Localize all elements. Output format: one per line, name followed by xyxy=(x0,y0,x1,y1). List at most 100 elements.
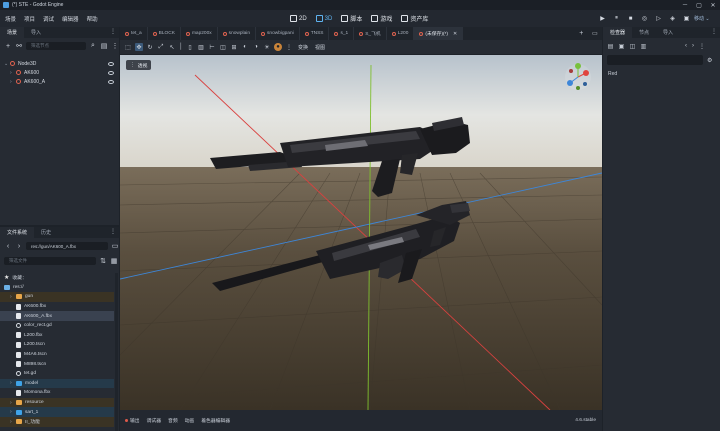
bottom-tab-output[interactable]: 输出 xyxy=(125,417,140,424)
tab-import-settings[interactable]: 导入 xyxy=(656,27,680,38)
fs-item[interactable]: tet.gd xyxy=(0,369,114,379)
fs-item[interactable]: M898.tscn xyxy=(0,359,114,369)
play-icon[interactable]: ▶ xyxy=(598,14,607,23)
split-mode-icon[interactable]: ▭ xyxy=(111,242,119,250)
scene-tab[interactable]: (未保存)(*) ✕ xyxy=(414,27,464,40)
tab-scene[interactable]: 场景 xyxy=(0,27,25,38)
dock-menu-icon[interactable]: ⋮ xyxy=(711,28,717,35)
tree-item-node3d[interactable]: ⌄ Node3D xyxy=(0,59,119,68)
fs-item[interactable]: color_rect.gd xyxy=(0,321,114,331)
scene-tab[interactable]: L200 xyxy=(387,27,415,40)
dock-menu-icon[interactable]: ⋮ xyxy=(110,228,116,235)
toggle-sun-icon[interactable]: ☀ xyxy=(263,43,271,51)
fs-item[interactable]: L200.tscn xyxy=(0,340,114,350)
back-icon[interactable]: ‹ xyxy=(4,242,12,250)
object-history-icon[interactable]: ⋮ xyxy=(699,43,705,50)
fs-item[interactable]: Momona.fbx xyxy=(0,388,114,398)
transform-menu[interactable]: 变换 xyxy=(296,44,310,51)
select-tool-icon[interactable]: ⬚ xyxy=(124,43,132,51)
inspector-object-field[interactable] xyxy=(607,55,703,65)
visibility-eye-icon[interactable] xyxy=(108,70,114,75)
scene-menu-icon[interactable]: ⋮ xyxy=(111,42,119,50)
bottom-tab-debugger[interactable]: 调试器 xyxy=(147,417,161,424)
bottom-tab-animation[interactable]: 动画 xyxy=(185,417,195,424)
scale-tool-icon[interactable]: ⤢ xyxy=(157,43,165,51)
movie-icon[interactable]: ▣ xyxy=(682,14,691,23)
mode-2d-button[interactable]: 2D xyxy=(290,15,307,22)
visibility-eye-icon[interactable] xyxy=(108,61,114,66)
mode-script-button[interactable]: 脚本 xyxy=(341,14,362,23)
stop-icon[interactable]: ■ xyxy=(626,14,635,23)
tab-filesystem[interactable]: 文件系统 xyxy=(0,227,35,238)
play-custom-icon[interactable]: ◈ xyxy=(668,14,677,23)
dock-menu-icon[interactable]: ⋮ xyxy=(110,28,116,35)
load-resource-icon[interactable]: ▣ xyxy=(618,43,625,50)
snap-icon[interactable]: ⊞ xyxy=(230,43,238,51)
fs-scrollbar[interactable] xyxy=(115,273,118,431)
scene-tab[interactable]: tet_a xyxy=(120,27,148,40)
scene-tab[interactable]: snowbigpani xyxy=(256,27,300,40)
selectable-tool-icon[interactable]: ↖ xyxy=(168,43,176,51)
camera-icon[interactable]: ◐ xyxy=(241,43,249,51)
fs-item[interactable]: M4A6.tscn xyxy=(0,350,114,360)
mode-assetlib-button[interactable]: 资产库 xyxy=(401,14,428,23)
move-tool-icon[interactable]: ✥ xyxy=(135,43,143,51)
menu-help[interactable]: 帮助 xyxy=(87,15,98,23)
tab-node[interactable]: 节点 xyxy=(632,27,656,38)
link-icon[interactable]: ⚯ xyxy=(15,42,23,50)
viewport-perspective-menu[interactable]: ⋮ 透视 xyxy=(126,60,152,70)
visibility-eye-icon[interactable] xyxy=(108,79,114,84)
scene-filter-input[interactable]: 筛选节点 xyxy=(26,42,86,50)
bottom-tab-shader-editor[interactable]: 着色器编辑器 xyxy=(201,417,230,424)
menu-project[interactable]: 项目 xyxy=(24,15,35,23)
group-icon[interactable]: ▥ xyxy=(197,43,205,51)
fs-path-field[interactable]: res://gun/AK600_A.fbx xyxy=(26,242,108,250)
inspector-settings-icon[interactable]: ⚙ xyxy=(707,57,712,64)
play-scene-icon[interactable]: ▷ xyxy=(654,14,663,23)
save-resource-icon[interactable]: ◫ xyxy=(629,43,636,50)
tab-history[interactable]: 历史 xyxy=(34,227,58,238)
ruler-icon[interactable]: ⊢ xyxy=(208,43,216,51)
maximize-button[interactable]: ▢ xyxy=(692,0,706,10)
rotate-tool-icon[interactable]: ↻ xyxy=(146,43,154,51)
environment-icon[interactable]: ⋮ xyxy=(285,43,293,51)
fs-item[interactable]: L200.fbx xyxy=(0,331,114,341)
minimize-button[interactable]: ─ xyxy=(678,0,692,10)
fs-item[interactable]: res:// xyxy=(0,283,114,293)
layout-icon[interactable]: ▦ xyxy=(110,257,118,265)
lock-icon[interactable]: ▯ xyxy=(186,43,194,51)
fs-filter-input[interactable]: 筛选文件 xyxy=(4,257,96,265)
fs-item[interactable]: › gun xyxy=(0,292,114,302)
close-tab-icon[interactable]: ✕ xyxy=(453,31,457,37)
sort-icon[interactable]: ⇅ xyxy=(99,257,107,265)
layout-toggle-icon[interactable]: ▭ xyxy=(592,30,598,37)
history-forward-icon[interactable]: › xyxy=(692,43,694,50)
sun-preview-icon[interactable]: ● xyxy=(274,43,282,51)
fs-item[interactable]: › II_功能 xyxy=(0,417,114,427)
bottom-tab-audio[interactable]: 音频 xyxy=(168,417,178,424)
tab-inspector[interactable]: 检查器 xyxy=(603,27,633,38)
tree-item-ak600a[interactable]: › AK600_A xyxy=(0,77,119,86)
preview-camera-icon[interactable]: ◑ xyxy=(252,43,260,51)
mode-game-button[interactable]: 游戏 xyxy=(371,14,392,23)
pause-icon[interactable]: ⏸ xyxy=(612,14,621,23)
tree-item-ak600[interactable]: › AK600 xyxy=(0,68,119,77)
history-back-icon[interactable]: ‹ xyxy=(685,43,687,50)
menu-scene[interactable]: 场景 xyxy=(5,15,16,23)
3d-viewport[interactable]: ⋮ 透视 xyxy=(120,55,602,410)
fs-item[interactable]: › model xyxy=(0,378,114,389)
local-space-icon[interactable]: ◫ xyxy=(219,43,227,51)
close-button[interactable]: ✕ xyxy=(706,0,720,10)
scene-tab[interactable]: snowplain xyxy=(218,27,257,40)
scene-tab[interactable]: S_飞机 xyxy=(354,27,387,40)
fs-item[interactable]: › sart_1 xyxy=(0,407,114,417)
tab-import[interactable]: 导入 xyxy=(24,27,48,38)
new-resource-icon[interactable]: ▤ xyxy=(607,43,614,50)
fs-item[interactable]: ★ 收藏： xyxy=(0,273,114,283)
scene-tab[interactable]: BLOCK xyxy=(148,27,181,40)
extra-icon[interactable]: ▥ xyxy=(640,43,647,50)
scene-tab[interactable]: map200x xyxy=(181,27,218,40)
filter-icon[interactable]: ⌕ xyxy=(89,42,97,50)
forward-icon[interactable]: › xyxy=(15,242,23,250)
menu-debug[interactable]: 调试 xyxy=(43,15,54,23)
